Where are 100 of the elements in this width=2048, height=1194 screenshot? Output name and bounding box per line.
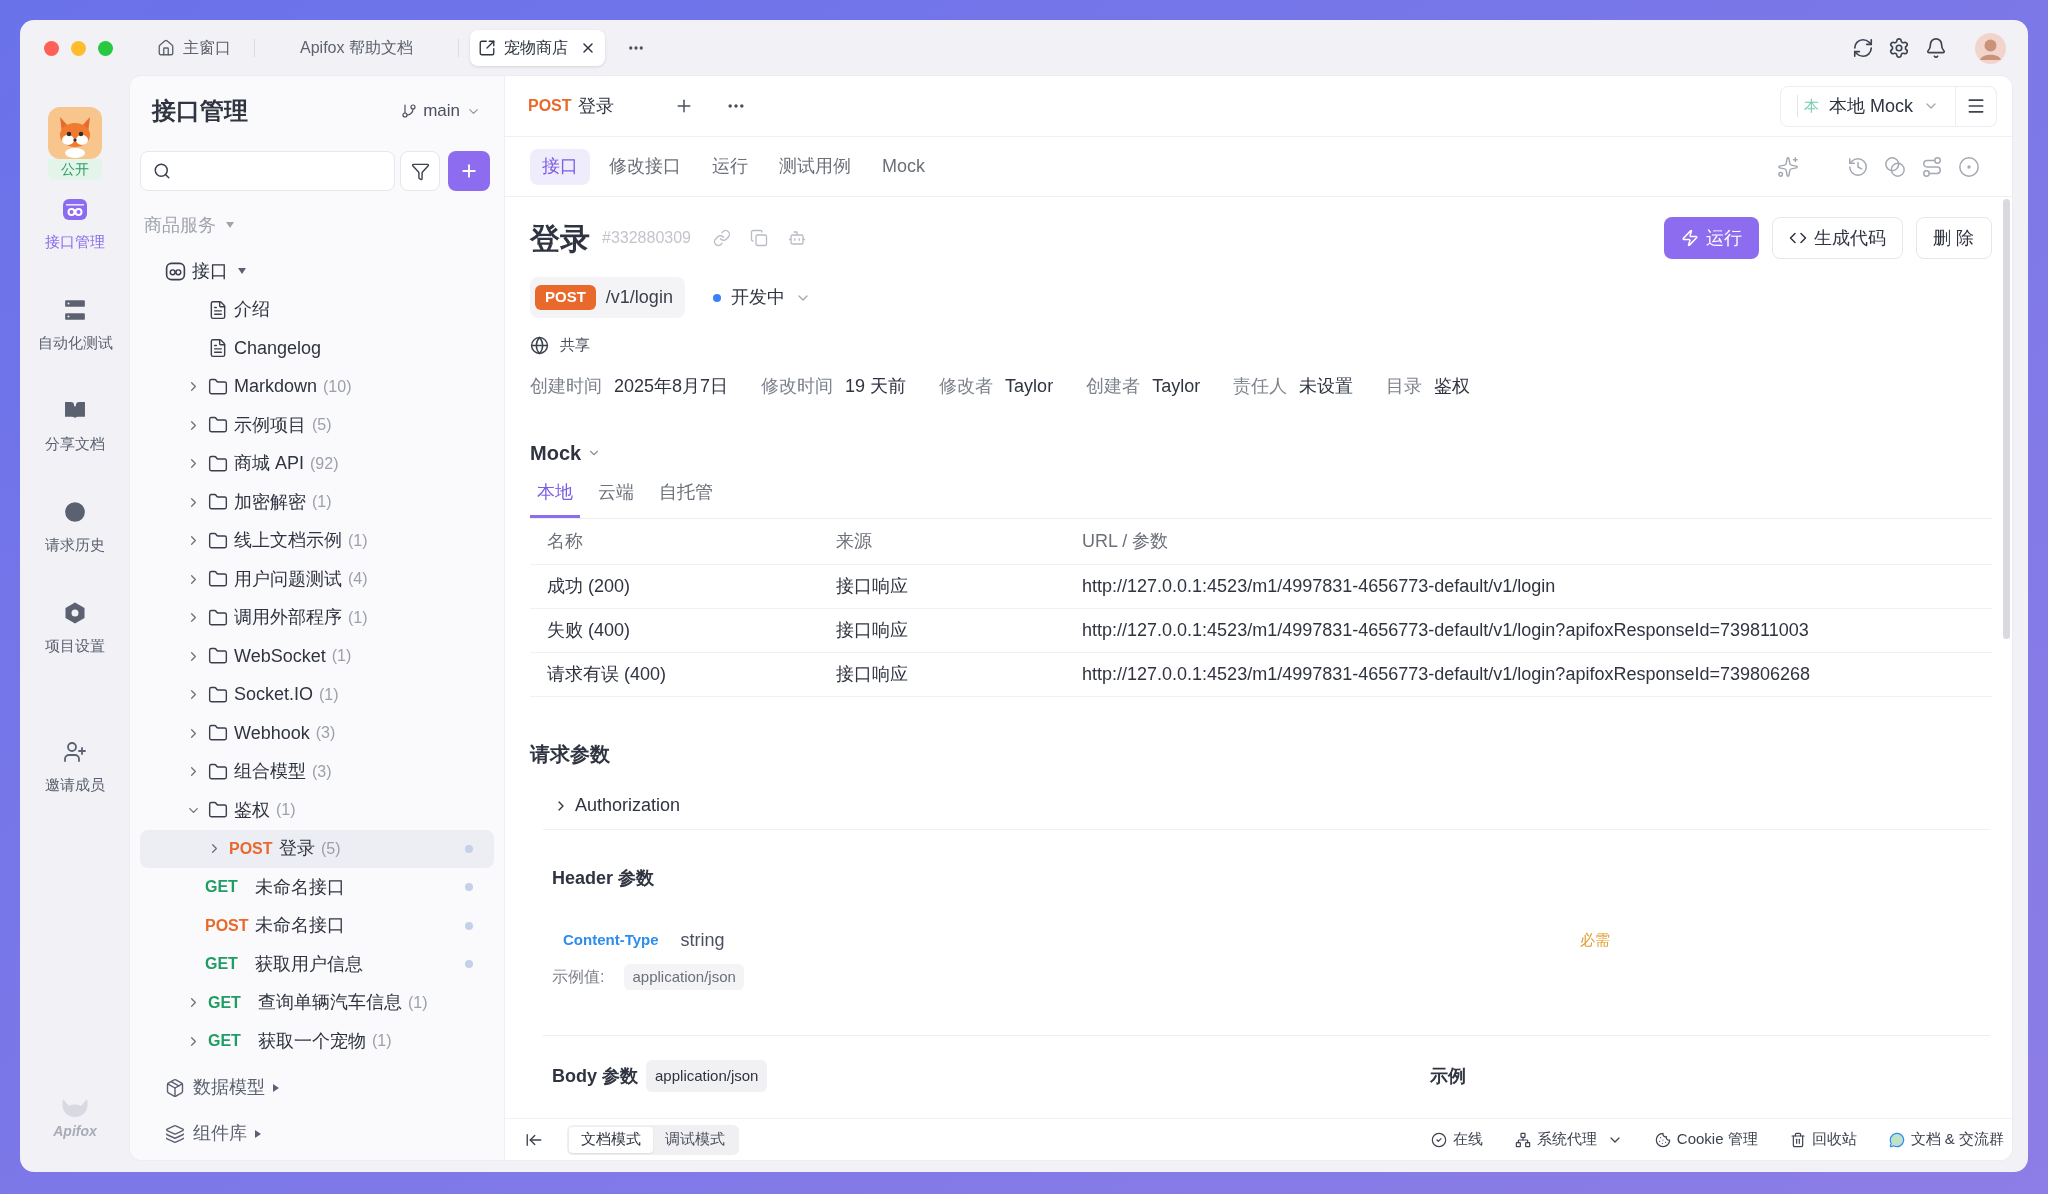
status-dropdown[interactable]: 开发中	[712, 284, 811, 311]
sidebar-section[interactable]: 组件库	[165, 1110, 261, 1157]
filter-button[interactable]	[400, 151, 440, 191]
nav-item[interactable]: 自动化测试	[27, 297, 123, 353]
caret-right-icon[interactable]	[255, 1129, 261, 1138]
tree-item[interactable]: POST 登录 (5)	[140, 829, 494, 868]
refresh-icon[interactable]	[1852, 37, 1874, 59]
folder-icon	[208, 453, 228, 474]
tree-item[interactable]: Webhook (3)	[184, 714, 336, 753]
table-header: 名称	[547, 530, 583, 553]
mock-tab[interactable]: 自托管	[652, 469, 720, 518]
run-button[interactable]: 运行	[1664, 217, 1759, 259]
caret-right-icon[interactable]	[273, 1083, 279, 1092]
mock-tab[interactable]: 本地	[530, 469, 580, 518]
settings-icon[interactable]	[1888, 37, 1910, 59]
table-cell-text: 接口响应	[836, 619, 908, 642]
external-link-icon	[477, 39, 496, 57]
environment-selector[interactable]: 本 本地 Mock	[1780, 85, 1956, 127]
document-icon	[208, 338, 228, 359]
layers-icon	[165, 1123, 185, 1144]
tree-item[interactable]: 介绍	[184, 290, 270, 329]
avatar-icon[interactable]	[1975, 32, 2006, 64]
meta-label: 修改时间	[761, 374, 834, 398]
route-icon[interactable]	[1921, 155, 1943, 178]
status-bar-item[interactable]: 系统代理	[1514, 1128, 1623, 1151]
mock-section-toggle[interactable]: Mock	[530, 437, 602, 469]
status-bar-item[interactable]: 在线	[1430, 1128, 1483, 1151]
close-window-button[interactable]	[44, 40, 59, 56]
table-cell-text: http://127.0.0.1:4523/m1/4997831-4656773-default/v1/login	[1082, 575, 1556, 598]
mode-tab[interactable]: 调试模式	[653, 1126, 737, 1153]
meta-value: Taylor	[1005, 374, 1054, 398]
view-tab[interactable]: 修改接口	[597, 148, 693, 185]
window-tab[interactable]: Apifox 帮助文档	[255, 30, 458, 66]
tree-item[interactable]: WebSocket (1)	[184, 637, 352, 676]
example-title: 示例	[1430, 1064, 1466, 1088]
status-bar-item[interactable]: 回收站	[1789, 1128, 1857, 1151]
tree-item[interactable]: 鉴权 (1)	[184, 791, 296, 830]
tree-item[interactable]: GET 查询单辆汽车信息 (1)	[184, 983, 428, 1022]
window-tab[interactable]: 宠物商店	[469, 30, 605, 66]
tree-item[interactable]: GET 未命名接口	[205, 868, 345, 907]
status-bar-item[interactable]: Cookie 管理	[1654, 1128, 1758, 1151]
fox-logo-icon[interactable]	[48, 107, 102, 159]
table-cell-text: 接口响应	[836, 663, 908, 686]
tree-item[interactable]: Markdown (10)	[184, 367, 352, 406]
mock-tab[interactable]: 云端	[591, 469, 641, 518]
overlapping-circles-icon[interactable]	[1884, 155, 1906, 178]
tree-item[interactable]: GET 获取一个宠物 (1)	[184, 1022, 392, 1061]
folder-icon	[208, 684, 228, 705]
example-value: application/json	[624, 964, 744, 990]
meta-value: Taylor	[1152, 374, 1201, 398]
api-tile-icon	[62, 196, 88, 222]
editor-tab[interactable]: POST 登录	[528, 92, 614, 120]
tree-item[interactable]: GET 获取用户信息	[205, 945, 363, 984]
meta-label: 创建时间	[530, 374, 602, 398]
sharing-label: 共享	[560, 334, 590, 355]
tree-item[interactable]: 调用外部程序 (1)	[184, 598, 368, 637]
circle-dot-icon[interactable]	[1958, 155, 1980, 178]
view-tab[interactable]: Mock	[870, 148, 937, 185]
nav-item[interactable]: 请求历史	[27, 499, 123, 555]
tree-item[interactable]: POST 未命名接口	[205, 906, 345, 945]
scrollbar-thumb[interactable]	[2003, 199, 2010, 639]
environment-badge: 本	[1797, 94, 1819, 118]
tree-item[interactable]: 接口	[165, 252, 246, 291]
hexagon-icon	[63, 601, 87, 625]
meta-label: 目录	[1386, 374, 1423, 398]
history-icon[interactable]	[1847, 155, 1869, 178]
view-tab[interactable]: 运行	[700, 148, 760, 185]
search-field[interactable]	[140, 151, 395, 191]
view-tab[interactable]: 测试用例	[767, 148, 863, 185]
caret-down-icon[interactable]	[238, 268, 246, 275]
nav-item[interactable]: 接口管理	[27, 196, 123, 252]
bell-icon[interactable]	[1925, 37, 1947, 59]
nav-item[interactable]: 邀请成员	[27, 739, 123, 795]
tree-item[interactable]: 线上文档示例 (1)	[184, 521, 368, 560]
tree-item[interactable]: Changelog	[184, 329, 322, 368]
status-bar-item[interactable]: 文档 & 交流群	[1888, 1128, 2004, 1151]
tree-item[interactable]: 加密解密 (1)	[184, 483, 332, 522]
authorization-toggle[interactable]: Authorization	[553, 792, 681, 819]
tree-item[interactable]: 商城 API (92)	[184, 444, 339, 483]
sidebar-section[interactable]: 数据模型	[165, 1064, 279, 1111]
tree-item[interactable]: 示例项目 (5)	[184, 406, 332, 445]
window-tab[interactable]: 主窗口	[147, 30, 241, 66]
search-icon	[153, 162, 171, 180]
branch-selector[interactable]: main	[401, 98, 481, 124]
tree-item[interactable]: Socket.IO (1)	[184, 675, 339, 714]
nav-item[interactable]: 分享文档	[27, 398, 123, 454]
view-tab[interactable]: 接口	[530, 148, 590, 185]
table-cell-text: http://127.0.0.1:4523/m1/4997831-4656773-default/v1/login?apifoxResponseId=739806268	[1082, 663, 1811, 686]
subsection-title: Body 参数	[552, 1064, 638, 1088]
add-button[interactable]	[448, 151, 490, 191]
mode-tab[interactable]: 文档模式	[569, 1126, 653, 1153]
sparkles-icon[interactable]	[1777, 155, 1799, 178]
menu-button[interactable]	[1956, 85, 1997, 127]
generate-code-button[interactable]: 生成代码	[1772, 217, 1903, 259]
tree-item[interactable]: 用户问题测试 (4)	[184, 560, 368, 599]
menu-icon	[1966, 96, 1986, 116]
nav-item[interactable]: 项目设置	[27, 600, 123, 656]
delete-button[interactable]: 删 除	[1916, 217, 1992, 259]
tree-item[interactable]: 组合模型 (3)	[184, 752, 332, 791]
table-cell-text: 失败 (400)	[547, 619, 631, 642]
